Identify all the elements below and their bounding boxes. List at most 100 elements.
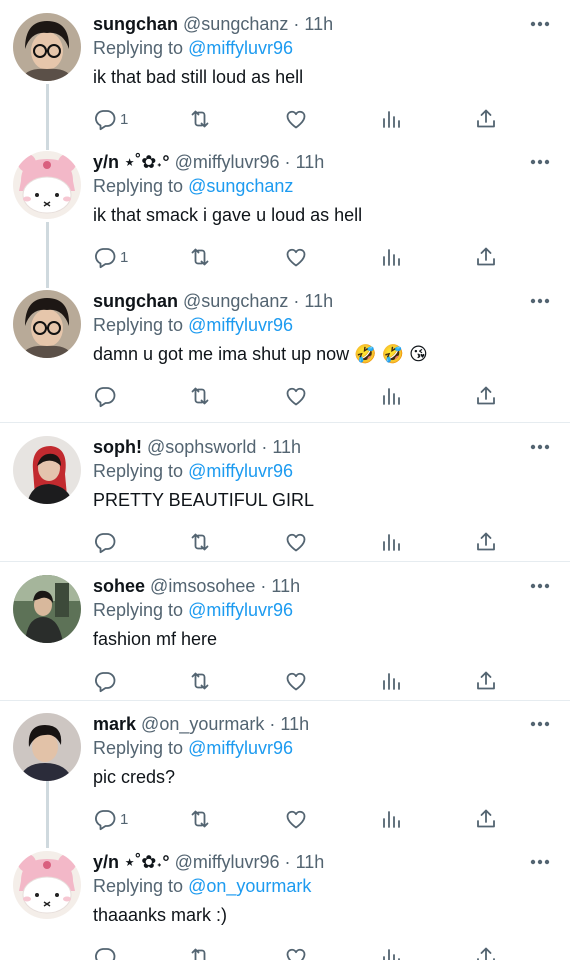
share-button[interactable]	[474, 382, 498, 410]
retweet-button[interactable]	[188, 382, 212, 410]
share-button[interactable]	[474, 243, 498, 271]
retweet-button[interactable]	[188, 943, 212, 960]
stats-button[interactable]	[380, 382, 404, 410]
tweet[interactable]: soph! @sophsworld · 11h Replying to @mif…	[0, 423, 570, 562]
tweet[interactable]: sungchan @sungchanz · 11h Replying to @m…	[0, 0, 570, 140]
avatar-mark[interactable]	[13, 713, 81, 781]
stats-button[interactable]	[380, 105, 404, 133]
replying-handle[interactable]: @on_yourmark	[188, 876, 311, 896]
reply-button[interactable]: 1	[93, 805, 128, 833]
share-icon	[477, 109, 495, 128]
timestamp[interactable]: 11h	[304, 291, 333, 311]
share-button[interactable]	[474, 943, 498, 960]
stats-button[interactable]	[380, 243, 404, 271]
replying-to: Replying to @miffyluvr96	[93, 598, 293, 622]
display-name[interactable]: sungchan	[93, 291, 178, 311]
like-button[interactable]	[284, 667, 308, 695]
stats-icon	[383, 388, 400, 405]
more-icon[interactable]	[530, 21, 550, 27]
display-name[interactable]: mark	[93, 714, 136, 734]
retweet-button[interactable]	[188, 243, 212, 271]
more-icon[interactable]	[530, 583, 550, 589]
more-icon[interactable]	[530, 159, 550, 165]
like-button[interactable]	[284, 382, 308, 410]
share-button[interactable]	[474, 528, 498, 556]
share-button[interactable]	[474, 667, 498, 695]
tweet[interactable]: y/n ⋆˚✿˖° @miffyluvr96 · 11h Replying to…	[0, 838, 570, 960]
avatar-sungchan[interactable]	[13, 13, 81, 81]
timestamp[interactable]: 11h	[272, 437, 301, 457]
retweet-button[interactable]	[188, 667, 212, 695]
replying-to: Replying to @miffyluvr96	[93, 36, 293, 60]
avatar-yn[interactable]	[13, 851, 81, 919]
replying-handle[interactable]: @miffyluvr96	[188, 600, 293, 620]
timestamp[interactable]: 11h	[271, 576, 300, 596]
timestamp[interactable]: 11h	[304, 14, 333, 34]
reply-button[interactable]	[93, 943, 117, 960]
more-icon[interactable]	[530, 721, 550, 727]
share-icon	[477, 671, 495, 690]
handle[interactable]: @imsosohee	[150, 576, 255, 596]
retweet-icon	[191, 810, 209, 828]
retweet-icon	[191, 948, 206, 960]
reply-button[interactable]	[93, 528, 117, 556]
replying-handle[interactable]: @miffyluvr96	[188, 461, 293, 481]
separator-dot: ·	[260, 576, 267, 596]
like-icon	[286, 387, 306, 406]
reply-button[interactable]	[93, 382, 117, 410]
share-button[interactable]	[474, 105, 498, 133]
like-button[interactable]	[284, 943, 308, 960]
avatar-yn[interactable]	[13, 151, 81, 219]
retweet-button[interactable]	[188, 805, 212, 833]
handle[interactable]: @sophsworld	[147, 437, 256, 457]
more-icon[interactable]	[530, 444, 550, 450]
reply-button[interactable]	[93, 667, 117, 695]
like-button[interactable]	[284, 105, 308, 133]
share-button[interactable]	[474, 805, 498, 833]
tweet[interactable]: mark @on_yourmark · 11h Replying to @mif…	[0, 700, 570, 840]
avatar-sungchan[interactable]	[13, 290, 81, 358]
handle[interactable]: @sungchanz	[183, 291, 288, 311]
tweet[interactable]: sohee @imsosohee · 11h Replying to @miff…	[0, 562, 570, 701]
tweet[interactable]: sungchan @sungchanz · 11h Replying to @m…	[0, 277, 570, 423]
handle[interactable]: @sungchanz	[183, 14, 288, 34]
timestamp[interactable]: 11h	[296, 152, 325, 172]
like-button[interactable]	[284, 243, 308, 271]
stats-button[interactable]	[380, 943, 404, 960]
stats-button[interactable]	[380, 528, 404, 556]
like-button[interactable]	[284, 805, 308, 833]
handle[interactable]: @on_yourmark	[141, 714, 264, 734]
timestamp[interactable]: 11h	[280, 714, 309, 734]
like-icon	[286, 810, 306, 829]
tweet[interactable]: y/n ⋆˚✿˖° @miffyluvr96 · 11h Replying to…	[0, 138, 570, 278]
display-name[interactable]: soph!	[93, 437, 142, 457]
replying-handle[interactable]: @miffyluvr96	[188, 738, 293, 758]
tweet-text-body: damn u got me ima shut up now	[93, 344, 350, 364]
timestamp[interactable]: 11h	[296, 852, 325, 872]
display-name[interactable]: sungchan	[93, 14, 178, 34]
reply-button[interactable]: 1	[93, 243, 128, 271]
like-icon	[286, 672, 306, 691]
retweet-button[interactable]	[188, 528, 212, 556]
avatar-sohee[interactable]	[13, 575, 81, 643]
stats-button[interactable]	[380, 805, 404, 833]
replying-handle[interactable]: @sungchanz	[188, 176, 293, 196]
handle[interactable]: @miffyluvr96	[175, 852, 280, 872]
replying-handle[interactable]: @miffyluvr96	[188, 315, 293, 335]
tweet-text: PRETTY BEAUTIFUL GIRL	[93, 490, 315, 510]
replying-to: Replying to @miffyluvr96	[93, 459, 293, 483]
reply-icon	[95, 110, 116, 131]
reply-button[interactable]: 1	[93, 105, 128, 133]
display-name[interactable]: y/n ⋆˚✿˖°	[93, 152, 170, 172]
more-icon[interactable]	[530, 859, 550, 865]
retweet-button[interactable]	[188, 105, 212, 133]
like-button[interactable]	[284, 528, 308, 556]
more-icon[interactable]	[530, 298, 550, 304]
display-name[interactable]: sohee	[93, 576, 145, 596]
display-name[interactable]: y/n ⋆˚✿˖°	[93, 852, 170, 872]
replying-handle[interactable]: @miffyluvr96	[188, 38, 293, 58]
avatar-soph[interactable]	[13, 436, 81, 504]
separator-dot: ·	[284, 152, 291, 172]
handle[interactable]: @miffyluvr96	[175, 152, 280, 172]
stats-button[interactable]	[380, 667, 404, 695]
